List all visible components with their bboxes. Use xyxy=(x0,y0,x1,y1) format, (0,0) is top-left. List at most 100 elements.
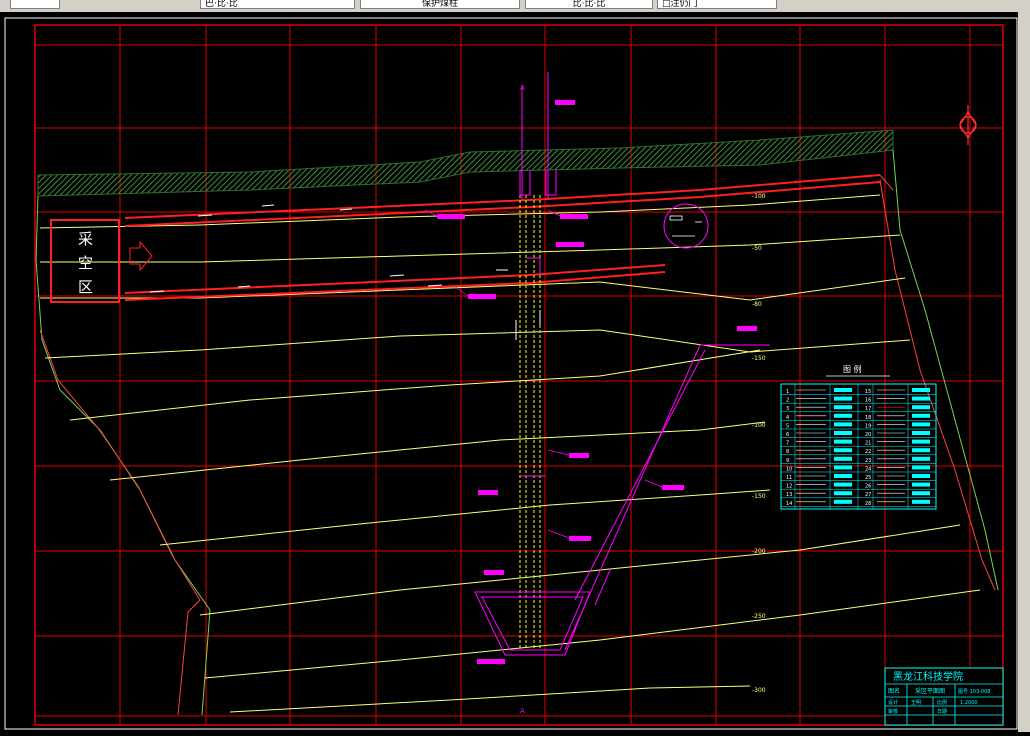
legend-row-number-left: 3 xyxy=(786,406,789,412)
window-right-edge xyxy=(1018,0,1030,732)
legend-swatch-left xyxy=(834,499,852,504)
track-markings xyxy=(149,204,541,340)
toolbar-tab-1[interactable] xyxy=(10,0,60,9)
legend-swatch-left xyxy=(834,465,852,470)
svg-text:王明: 王明 xyxy=(911,700,921,706)
legend-row-number-left: 9 xyxy=(786,458,789,464)
legend-swatch-right xyxy=(912,431,930,435)
legend-row-number-left: 2 xyxy=(786,398,789,404)
svg-text:-50: -50 xyxy=(752,245,762,252)
legend-swatch-right xyxy=(912,491,930,496)
legend-row-number-right: 16 xyxy=(865,398,871,404)
svg-text:区: 区 xyxy=(78,278,93,296)
boundary-right-green xyxy=(892,149,999,591)
legend-row-number-right: 27 xyxy=(865,492,871,498)
legend-row-number-left: 11 xyxy=(786,475,792,481)
svg-text:-200: -200 xyxy=(752,548,766,555)
legend-swatch-left xyxy=(834,482,852,487)
legend-swatch-left xyxy=(834,405,852,410)
legend-swatch-left xyxy=(834,413,852,418)
legend-swatch-left xyxy=(834,448,852,453)
svg-text:审核: 审核 xyxy=(888,708,898,715)
legend-row-number-left: 14 xyxy=(786,501,792,507)
legend-swatch-left xyxy=(834,456,852,461)
annotation-tags xyxy=(437,100,757,664)
toolbar-tab-5[interactable]: □注仍门 xyxy=(657,0,777,9)
north-arrow-icon xyxy=(959,105,977,145)
legend-row-number-right: 24 xyxy=(865,466,871,472)
legend-swatch-right xyxy=(912,422,930,427)
legend: 图 例 1 152 163 174 185 196 207 218 229 2310 2411 251… xyxy=(780,364,937,510)
contour-lines xyxy=(39,194,981,713)
toolbar-tab-4[interactable]: 比·比·比 xyxy=(525,0,653,9)
detail-symbols xyxy=(669,215,702,237)
svg-text:采: 采 xyxy=(78,230,93,248)
svg-text:-150: -150 xyxy=(752,355,766,362)
legend-row-number-right: 21 xyxy=(865,441,871,447)
coordinate-grid xyxy=(35,25,1003,725)
legend-row-number-right: 20 xyxy=(865,432,871,438)
inclined-roadways xyxy=(519,195,541,650)
legend-swatch-left xyxy=(834,422,852,427)
svg-text:设计: 设计 xyxy=(888,699,898,706)
contour-labels: -100 -50 -80 -150 -100 -150 -200 -250 -3… xyxy=(752,193,766,694)
institute-name: 黑龙江科技学院 xyxy=(893,670,963,683)
outer-frame xyxy=(4,17,1018,730)
legend-swatch-left xyxy=(834,388,852,392)
legend-row-number-left: 12 xyxy=(786,484,792,490)
legend-swatch-right xyxy=(912,405,930,410)
legend-row-number-left: 8 xyxy=(786,449,789,455)
legend-swatch-right xyxy=(912,439,930,444)
protective-coal-pillar-hatch xyxy=(37,129,894,197)
advance-arrow xyxy=(129,240,153,272)
toolbar-tab-3[interactable]: 保护煤柱 xyxy=(360,0,520,9)
legend-swatch-left xyxy=(834,431,852,435)
legend-swatch-right xyxy=(912,448,930,453)
legend-rows: 1 15 2 16 3 17 4 18 5 19 6 20 7 21 8 22 9 23 10 24 11 25 12 26 1… xyxy=(781,384,936,509)
svg-text:-250: -250 xyxy=(752,613,766,620)
legend-row-number-left: 1 xyxy=(786,389,789,395)
goaf-label: 采 空 区 xyxy=(78,230,93,296)
cad-drawing-canvas[interactable]: -100 -50 -80 -150 -100 -150 -200 -250 -3… xyxy=(0,12,1030,732)
legend-swatch-right xyxy=(912,396,930,401)
svg-text:1:2000: 1:2000 xyxy=(960,700,978,706)
svg-text:A: A xyxy=(520,707,525,715)
roadways xyxy=(124,174,881,301)
svg-text:-150: -150 xyxy=(752,493,766,500)
svg-text:比例: 比例 xyxy=(937,699,947,706)
drawing-code: 图号 103-008 xyxy=(958,689,990,695)
legend-row-number-left: 10 xyxy=(786,466,792,472)
legend-swatch-right xyxy=(912,474,930,478)
roadway-thin xyxy=(879,174,894,191)
legend-swatch-right xyxy=(912,465,930,470)
legend-title: 图 例 xyxy=(843,364,862,374)
drawing-name-label: 图名 xyxy=(888,687,900,695)
legend-swatch-left xyxy=(834,474,852,478)
svg-text:A: A xyxy=(520,84,525,92)
legend-swatch-right xyxy=(912,388,930,392)
legend-row-number-right: 19 xyxy=(865,423,871,429)
legend-row-number-right: 25 xyxy=(865,475,871,481)
title-block: 黑龙江科技学院 图名 采区平面图 图号 103-008 设计 王明 比例 1:2… xyxy=(884,667,1004,726)
legend-row-number-left: 13 xyxy=(786,492,792,498)
legend-swatch-right xyxy=(912,499,930,504)
legend-row-number-left: 4 xyxy=(786,415,789,421)
inner-frame xyxy=(34,24,1004,726)
svg-text:-80: -80 xyxy=(752,301,762,308)
legend-row-number-right: 15 xyxy=(865,389,871,395)
boundary-left-green xyxy=(35,195,211,716)
legend-row-number-right: 26 xyxy=(865,484,871,490)
svg-text:-300: -300 xyxy=(752,687,766,694)
legend-swatch-right xyxy=(912,482,930,487)
legend-row-number-right: 28 xyxy=(865,501,871,507)
drawing-name: 采区平面图 xyxy=(915,687,945,695)
svg-text:日期: 日期 xyxy=(937,709,947,715)
legend-row-number-left: 7 xyxy=(786,441,789,447)
legend-swatch-right xyxy=(912,456,930,461)
toolbar-tab-2[interactable]: 巴·比·比 xyxy=(200,0,355,9)
legend-row-number-right: 18 xyxy=(865,415,871,421)
svg-text:空: 空 xyxy=(78,254,93,272)
legend-row-number-right: 23 xyxy=(865,458,871,464)
legend-row-number-left: 5 xyxy=(786,423,789,429)
legend-row-number-left: 6 xyxy=(786,432,789,438)
